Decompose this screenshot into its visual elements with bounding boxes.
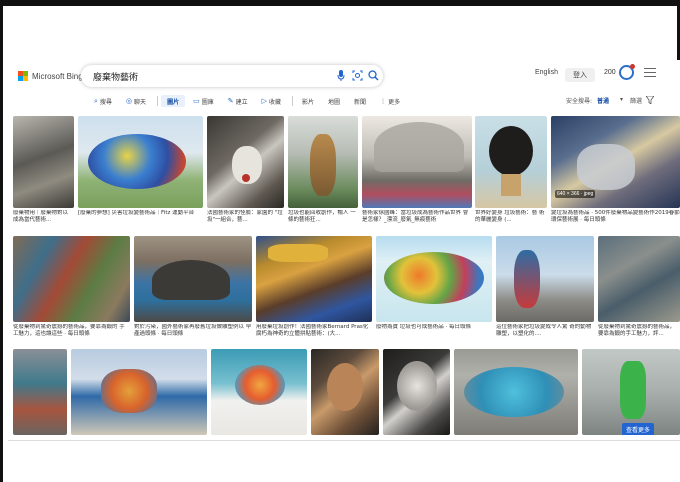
image-result[interactable]: [13, 116, 74, 208]
image-result[interactable]: [475, 116, 547, 208]
image-result[interactable]: 640 × 366 · jpeg: [551, 116, 680, 208]
image-result[interactable]: [207, 116, 284, 208]
chevron-down-icon: ▾: [620, 96, 624, 103]
tab-saved[interactable]: ▷ 收藏: [256, 95, 287, 107]
filter-icon[interactable]: [645, 95, 655, 106]
tab-divider: [157, 96, 159, 106]
tab-maps[interactable]: 地圖: [322, 95, 346, 107]
image-caption[interactable]: 從廢棄物到驚奇震撼的藝術品，要靠為鍛的 手工魅力，這也讓這些 · 每日頭條: [13, 324, 130, 338]
tab-news[interactable]: 新聞: [348, 95, 372, 107]
chat-tab-icon: ◎: [125, 97, 133, 105]
image-result[interactable]: [496, 236, 594, 322]
signin-button[interactable]: 登入: [565, 68, 595, 82]
tab-search[interactable]: ⌕ 搜尋: [88, 95, 118, 107]
image-caption[interactable]: 世界好變身 垃圾藝術：藝 術的華麗變身 (...: [475, 210, 547, 224]
image-caption[interactable]: 廢物為寶 垃圾也可成藝術品 · 每日頭條: [376, 324, 492, 338]
microphone-icon[interactable]: [335, 70, 347, 82]
rewards-points: 200: [604, 69, 616, 76]
microsoft-logo-icon: [18, 71, 28, 81]
language-link[interactable]: English: [535, 69, 558, 76]
image-caption[interactable]: 用廢棄垃圾創作！法國藝術家Bernard Pras化 腐朽為神奇的立體拼貼藝術：…: [256, 324, 372, 338]
image-result[interactable]: [383, 349, 450, 435]
image-result[interactable]: [598, 236, 680, 322]
brand-name: Microsoft Bing: [32, 71, 83, 81]
search-tab-icon: ⌕: [94, 96, 98, 105]
image-result[interactable]: [454, 349, 578, 435]
image-result[interactable]: [13, 236, 130, 322]
search-input[interactable]: [93, 69, 313, 83]
image-result[interactable]: [256, 236, 372, 322]
vertical-tabs: ⌕ 搜尋 ◎ 聊天 圖片 ▭ 圖庫 ✎ 建立 ▷ 收藏 影片 地圖 新聞 ⋮ 更多: [88, 95, 408, 107]
tab-chat[interactable]: ◎ 聊天: [120, 95, 152, 107]
bing-logo[interactable]: Microsoft Bing: [18, 71, 83, 81]
search-box[interactable]: [81, 65, 383, 87]
tab-create[interactable]: ✎ 建立: [222, 95, 254, 107]
bottom-blank-area: [8, 440, 680, 482]
image-caption[interactable]: 廢棄物用｜廢棄物對以 成為當代藝術...: [13, 210, 74, 224]
tab-images[interactable]: 圖片: [161, 95, 186, 107]
more-icon: ⋮: [380, 97, 387, 105]
search-icon[interactable]: [367, 70, 379, 82]
image-result[interactable]: [376, 236, 492, 322]
visual-search-icon[interactable]: [351, 70, 363, 82]
image-result[interactable]: 查看更多: [582, 349, 680, 435]
image-result[interactable]: [78, 116, 203, 208]
hamburger-menu-icon[interactable]: [644, 68, 656, 77]
image-caption[interactable]: 對於污染，國外藝術家再廢舊垃圾做雕塑例以 早產過頭條 · 每日頭條: [134, 324, 252, 338]
collections-tab-icon: ▭: [193, 97, 200, 105]
image-result[interactable]: [134, 236, 252, 322]
image-caption[interactable]: 藝術家徐國峰：當垃圾成為藝術作品世界 會是怎樣？_漂流_廢氣_無痕藝術: [362, 210, 472, 224]
safesearch-dropdown[interactable]: 普通: [597, 96, 609, 105]
rewards-icon[interactable]: [619, 64, 635, 80]
image-caption[interactable]: 變垃圾為藝術品 · 500件廢棄物品變藝術作2019春節 環保藝術展 · 每日頭…: [551, 210, 680, 224]
image-result[interactable]: [71, 349, 207, 435]
image-result[interactable]: [211, 349, 307, 435]
safesearch-label: 安全搜尋:: [566, 98, 593, 105]
image-caption[interactable]: 這位藝術家把垃圾變成令人驚 奇的動物雕塑，以塑化的....: [496, 324, 594, 338]
bing-images-page: Microsoft Bing English 登入 200 ⌕搜尋 ◎聊天 圖片…: [8, 60, 680, 440]
image-size-badge: 640 × 366 · jpeg: [555, 190, 596, 198]
filter-label[interactable]: 篩選: [630, 96, 642, 105]
image-result[interactable]: [13, 349, 67, 435]
image-caption[interactable]: [廢棄的夢想] 災害垃圾變藝術品｜Fitz 運動平台: [78, 210, 203, 224]
view-more-button[interactable]: 查看更多: [622, 423, 655, 435]
image-result[interactable]: [362, 116, 472, 208]
image-caption[interactable]: 垃圾也能回收創作，暢人 一條的藝術狂...: [288, 210, 358, 224]
saved-tab-icon: ▷: [261, 97, 267, 105]
tab-videos[interactable]: 影片: [296, 95, 320, 107]
image-caption[interactable]: 法國藝術家的怪臉：家園的 "垃圾"一組合，藝...: [207, 210, 284, 224]
tab-more[interactable]: ⋮ 更多: [374, 95, 406, 107]
create-tab-icon: ✎: [227, 97, 234, 105]
tab-divider: [292, 96, 294, 106]
image-result[interactable]: [311, 349, 379, 435]
image-caption[interactable]: 從廢棄物到驚奇震撼的藝術品， 要靠為鍛的手工魅力，評...: [598, 324, 680, 338]
image-result[interactable]: [288, 116, 358, 208]
tab-collections[interactable]: ▭ 圖庫: [187, 95, 220, 107]
